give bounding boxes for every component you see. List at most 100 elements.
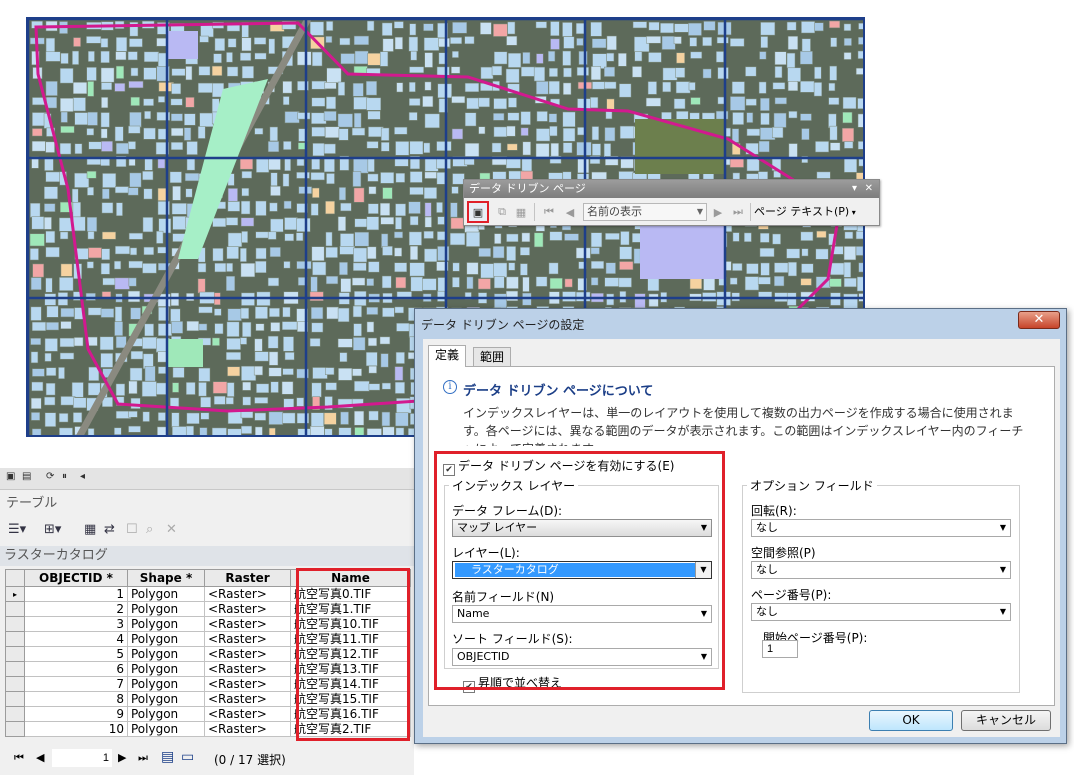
cell-raster: <Raster> (204, 661, 291, 677)
table-options-icon[interactable]: ☰▾ (8, 522, 26, 537)
sort-field-label: ソート フィールド(S): (452, 632, 573, 646)
table-layer-tab[interactable]: ラスターカタログ (0, 546, 414, 566)
first-record-icon[interactable]: ⏮ (14, 751, 24, 765)
about-description: インデックスレイヤーは、単一のレイアウトを使用して複数の出力ページを作成する場合… (463, 406, 1024, 446)
table-row[interactable]: 3 Polygon <Raster> 航空写真10.TIF (5, 616, 411, 632)
previous-page-icon[interactable]: ◀ (561, 203, 579, 221)
zoom-to-selected-icon[interactable]: ⌕ (146, 522, 153, 537)
cancel-button[interactable]: キャンセル (961, 710, 1051, 731)
table-window-title: テーブル (6, 496, 58, 511)
chevron-down-icon: ▾ (849, 208, 856, 217)
toolbar-titlebar[interactable]: データ ドリブン ページ ▾ ✕ (464, 180, 879, 198)
cell-name: 航空写真10.TIF (290, 616, 411, 632)
previous-record-icon[interactable]: ◀ (36, 751, 44, 764)
show-all-records-icon[interactable]: ▤ (161, 749, 174, 765)
cell-name: 航空写真12.TIF (290, 646, 411, 662)
toolbar-close-icon[interactable]: ✕ (865, 180, 873, 198)
name-field-select[interactable]: Name ▼ (452, 605, 712, 623)
table-row[interactable]: 5 Polygon <Raster> 航空写真12.TIF (5, 646, 411, 662)
row-selector[interactable] (5, 661, 25, 677)
refresh-icon[interactable]: ⟳ (46, 471, 54, 482)
page-text-button[interactable]: ページ テキスト(P) ▾ (754, 203, 856, 222)
scroll-left-icon[interactable]: ◂ (80, 471, 85, 482)
dialog-title: データ ドリブン ページの設定 (421, 318, 585, 332)
setup-icon: ▣ (472, 205, 484, 219)
select-by-attributes-icon[interactable]: ▦ (84, 522, 96, 537)
row-selector[interactable] (5, 646, 25, 662)
export-icon[interactable]: ⧉ (493, 203, 511, 221)
row-selector[interactable]: ▸ (5, 586, 25, 602)
first-page-icon[interactable]: ⏮ (540, 203, 558, 221)
data-view-icon[interactable]: ▣ (6, 471, 15, 482)
table-row[interactable]: 4 Polygon <Raster> 航空写真11.TIF (5, 631, 411, 647)
tab-extent[interactable]: 範囲 (473, 347, 512, 367)
table-row[interactable]: 6 Polygon <Raster> 航空写真13.TIF (5, 661, 411, 677)
data-driven-pages-setup-dialog[interactable]: データ ドリブン ページの設定 ✕ 定義 範囲 i データ ドリブン ページにつ… (414, 308, 1067, 744)
cell-objectid: 9 (24, 706, 128, 722)
table-row[interactable]: 2 Polygon <Raster> 航空写真1.TIF (5, 601, 411, 617)
delete-icon[interactable]: ✕ (166, 522, 177, 537)
show-selected-records-icon[interactable]: ▭ (181, 749, 194, 765)
column-header[interactable]: OBJECTID * (24, 569, 128, 587)
page-number-select[interactable]: なし ▼ (751, 603, 1011, 621)
row-selector-header (5, 569, 25, 587)
attribute-table[interactable]: OBJECTID * Shape * Raster Name ▸ 1 Polygon… (5, 569, 411, 737)
about-heading: データ ドリブン ページについて (463, 384, 654, 399)
row-selector[interactable] (5, 721, 25, 737)
table-row[interactable]: 10 Polygon <Raster> 航空写真2.TIF (5, 721, 411, 737)
rotation-select[interactable]: なし ▼ (751, 519, 1011, 537)
table-row[interactable]: 7 Polygon <Raster> 航空写真14.TIF (5, 676, 411, 692)
table-icon[interactable]: ▦ (512, 203, 530, 221)
tab-definition[interactable]: 定義 (428, 345, 467, 367)
next-page-icon[interactable]: ▶ (709, 203, 727, 221)
last-page-icon[interactable]: ⏭ (729, 203, 747, 221)
sort-field-select[interactable]: OBJECTID ▼ (452, 648, 712, 666)
spatial-reference-label: 空間参照(P) (751, 546, 816, 560)
toolbar-dropdown-icon[interactable]: ▾ (852, 180, 857, 198)
row-selector[interactable] (5, 631, 25, 647)
cell-shape: Polygon (127, 601, 205, 617)
start-page-number-input[interactable] (762, 640, 798, 658)
table-row[interactable]: 9 Polygon <Raster> 航空写真16.TIF (5, 706, 411, 722)
column-header[interactable]: Raster (204, 569, 291, 587)
page-number-label: ページ番号(P): (751, 588, 832, 602)
row-selector[interactable] (5, 676, 25, 692)
table-row[interactable]: 8 Polygon <Raster> 航空写真15.TIF (5, 691, 411, 707)
info-icon: i (443, 380, 457, 394)
row-selector[interactable] (5, 706, 25, 722)
pause-icon[interactable]: ⏸ (62, 471, 67, 482)
last-record-icon[interactable]: ⏭ (138, 751, 148, 765)
clear-selection-icon[interactable]: ☐ (126, 522, 138, 537)
ok-button[interactable]: OK (869, 710, 953, 731)
page-name-select[interactable]: 名前の表示 ▼ (583, 203, 707, 221)
enable-ddp-checkbox[interactable]: ✔ データ ドリブン ページを有効にする(E) (443, 457, 674, 476)
row-selector[interactable] (5, 616, 25, 632)
data-driven-pages-toolbar[interactable]: データ ドリブン ページ ▾ ✕ ▣ ⧉ ▦ ⏮ ◀ 名前の表示 ▼ ▶ ⏭ ペ… (463, 179, 880, 226)
row-selector[interactable] (5, 691, 25, 707)
data-frame-select[interactable]: マップ レイヤー ▼ (452, 519, 712, 537)
cell-shape: Polygon (127, 616, 205, 632)
chevron-down-icon: ▼ (695, 562, 711, 578)
spatial-reference-select[interactable]: なし ▼ (751, 561, 1011, 579)
record-number-input[interactable] (52, 749, 112, 767)
cell-shape: Polygon (127, 721, 205, 737)
table-row[interactable]: ▸ 1 Polygon <Raster> 航空写真0.TIF (5, 586, 411, 602)
sort-ascending-checkbox[interactable]: ✔ 昇順で並べ替え (463, 674, 562, 693)
next-record-icon[interactable]: ▶ (118, 751, 126, 764)
row-selector[interactable] (5, 601, 25, 617)
switch-selection-icon[interactable]: ⇄ (104, 522, 115, 537)
cell-name: 航空写真0.TIF (290, 586, 411, 602)
column-header[interactable]: Shape * (127, 569, 205, 587)
setup-page-button[interactable]: ▣ (467, 201, 489, 223)
related-tables-icon[interactable]: ⊞▾ (44, 522, 61, 537)
column-header[interactable]: Name (290, 569, 411, 587)
close-button[interactable]: ✕ (1018, 311, 1060, 329)
layout-view-icon[interactable]: ▤ (22, 471, 31, 482)
cell-shape: Polygon (127, 676, 205, 692)
layer-select[interactable]: ◆ ラスターカタログ ▼ (452, 561, 712, 579)
cell-raster: <Raster> (204, 691, 291, 707)
cell-objectid: 3 (24, 616, 128, 632)
cell-name: 航空写真11.TIF (290, 631, 411, 647)
toolbar-title: データ ドリブン ページ (469, 182, 586, 195)
chevron-down-icon: ▼ (696, 207, 703, 216)
